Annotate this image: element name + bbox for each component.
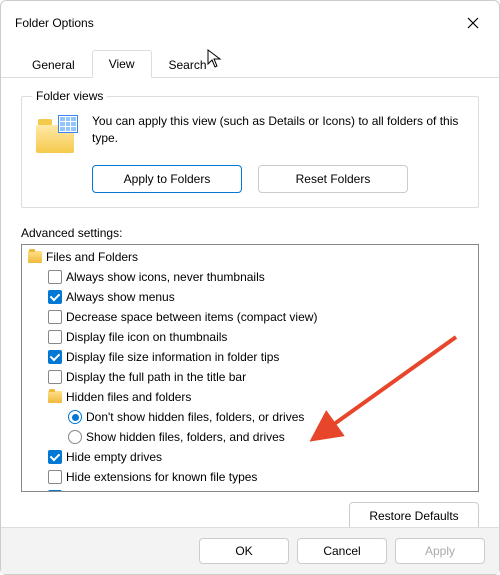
tree-item-label: Always show icons, never thumbnails [66,268,265,286]
cancel-button[interactable]: Cancel [297,538,387,564]
radio[interactable] [68,430,82,444]
advanced-settings-label: Advanced settings: [21,226,479,240]
checkbox[interactable] [48,290,62,304]
tree-item-label: Hide empty drives [66,448,162,466]
tree-item-label: Display file icon on thumbnails [66,328,227,346]
radio[interactable] [68,410,82,424]
titlebar: Folder Options [1,1,499,41]
folder-views-description: You can apply this view (such as Details… [92,113,464,147]
tree-item: Always show icons, never thumbnails [24,267,476,287]
dialog-button-bar: OK Cancel Apply [1,527,499,574]
ok-button[interactable]: OK [199,538,289,564]
tree-item-label: Always show menus [66,288,175,306]
window-title: Folder Options [15,16,94,30]
tree-item: Show hidden files, folders, and drives [24,427,476,447]
tree-item-label: Hide folder merge conflicts [66,488,208,492]
tree-item-label: Hide extensions for known file types [66,468,257,486]
tree-item-label: Display file size information in folder … [66,348,279,366]
checkbox[interactable] [48,270,62,284]
checkbox[interactable] [48,490,62,492]
tree-item: Always show menus [24,287,476,307]
restore-defaults-button[interactable]: Restore Defaults [349,502,479,530]
close-icon [467,17,479,29]
folder-views-label: Folder views [32,89,107,103]
tree-item: Hide folder merge conflicts [24,487,476,492]
tree-group-label: Files and Folders [46,248,138,266]
tree-item-label: Hidden files and folders [66,388,191,406]
tree-item: Decrease space between items (compact vi… [24,307,476,327]
close-button[interactable] [461,11,485,35]
tree-item: Display the full path in the title bar [24,367,476,387]
apply-button[interactable]: Apply [395,538,485,564]
tree-item-label: Show hidden files, folders, and drives [86,428,285,446]
folder-icon [48,391,62,403]
checkbox[interactable] [48,370,62,384]
folder-views-group: Folder views You can apply this view (su… [21,96,479,208]
advanced-settings-list[interactable]: Files and Folders Always show icons, nev… [21,244,479,492]
tree-item-label: Decrease space between items (compact vi… [66,308,317,326]
tree-item-label: Display the full path in the title bar [66,368,246,386]
apply-to-folders-button[interactable]: Apply to Folders [92,165,242,193]
tab-content: Folder views You can apply this view (su… [1,78,499,542]
checkbox[interactable] [48,350,62,364]
tree-item: Hide extensions for known file types [24,467,476,487]
checkbox[interactable] [48,310,62,324]
tab-strip: General View Search [1,49,499,78]
reset-folders-button[interactable]: Reset Folders [258,165,408,193]
checkbox[interactable] [48,330,62,344]
checkbox[interactable] [48,450,62,464]
tree-item: Hidden files and folders [24,387,476,407]
tree-item: Don't show hidden files, folders, or dri… [24,407,476,427]
checkbox[interactable] [48,470,62,484]
tab-view[interactable]: View [92,50,152,78]
tree-item: Display file icon on thumbnails [24,327,476,347]
tree-item-label: Don't show hidden files, folders, or dri… [86,408,304,426]
tab-general[interactable]: General [15,51,92,78]
tab-search[interactable]: Search [152,51,224,78]
tree-item: Display file size information in folder … [24,347,476,367]
tree-item: Hide empty drives [24,447,476,467]
folder-icon [28,251,42,263]
folder-views-icon [36,115,78,153]
tree-group-files-folders: Files and Folders [24,247,476,267]
